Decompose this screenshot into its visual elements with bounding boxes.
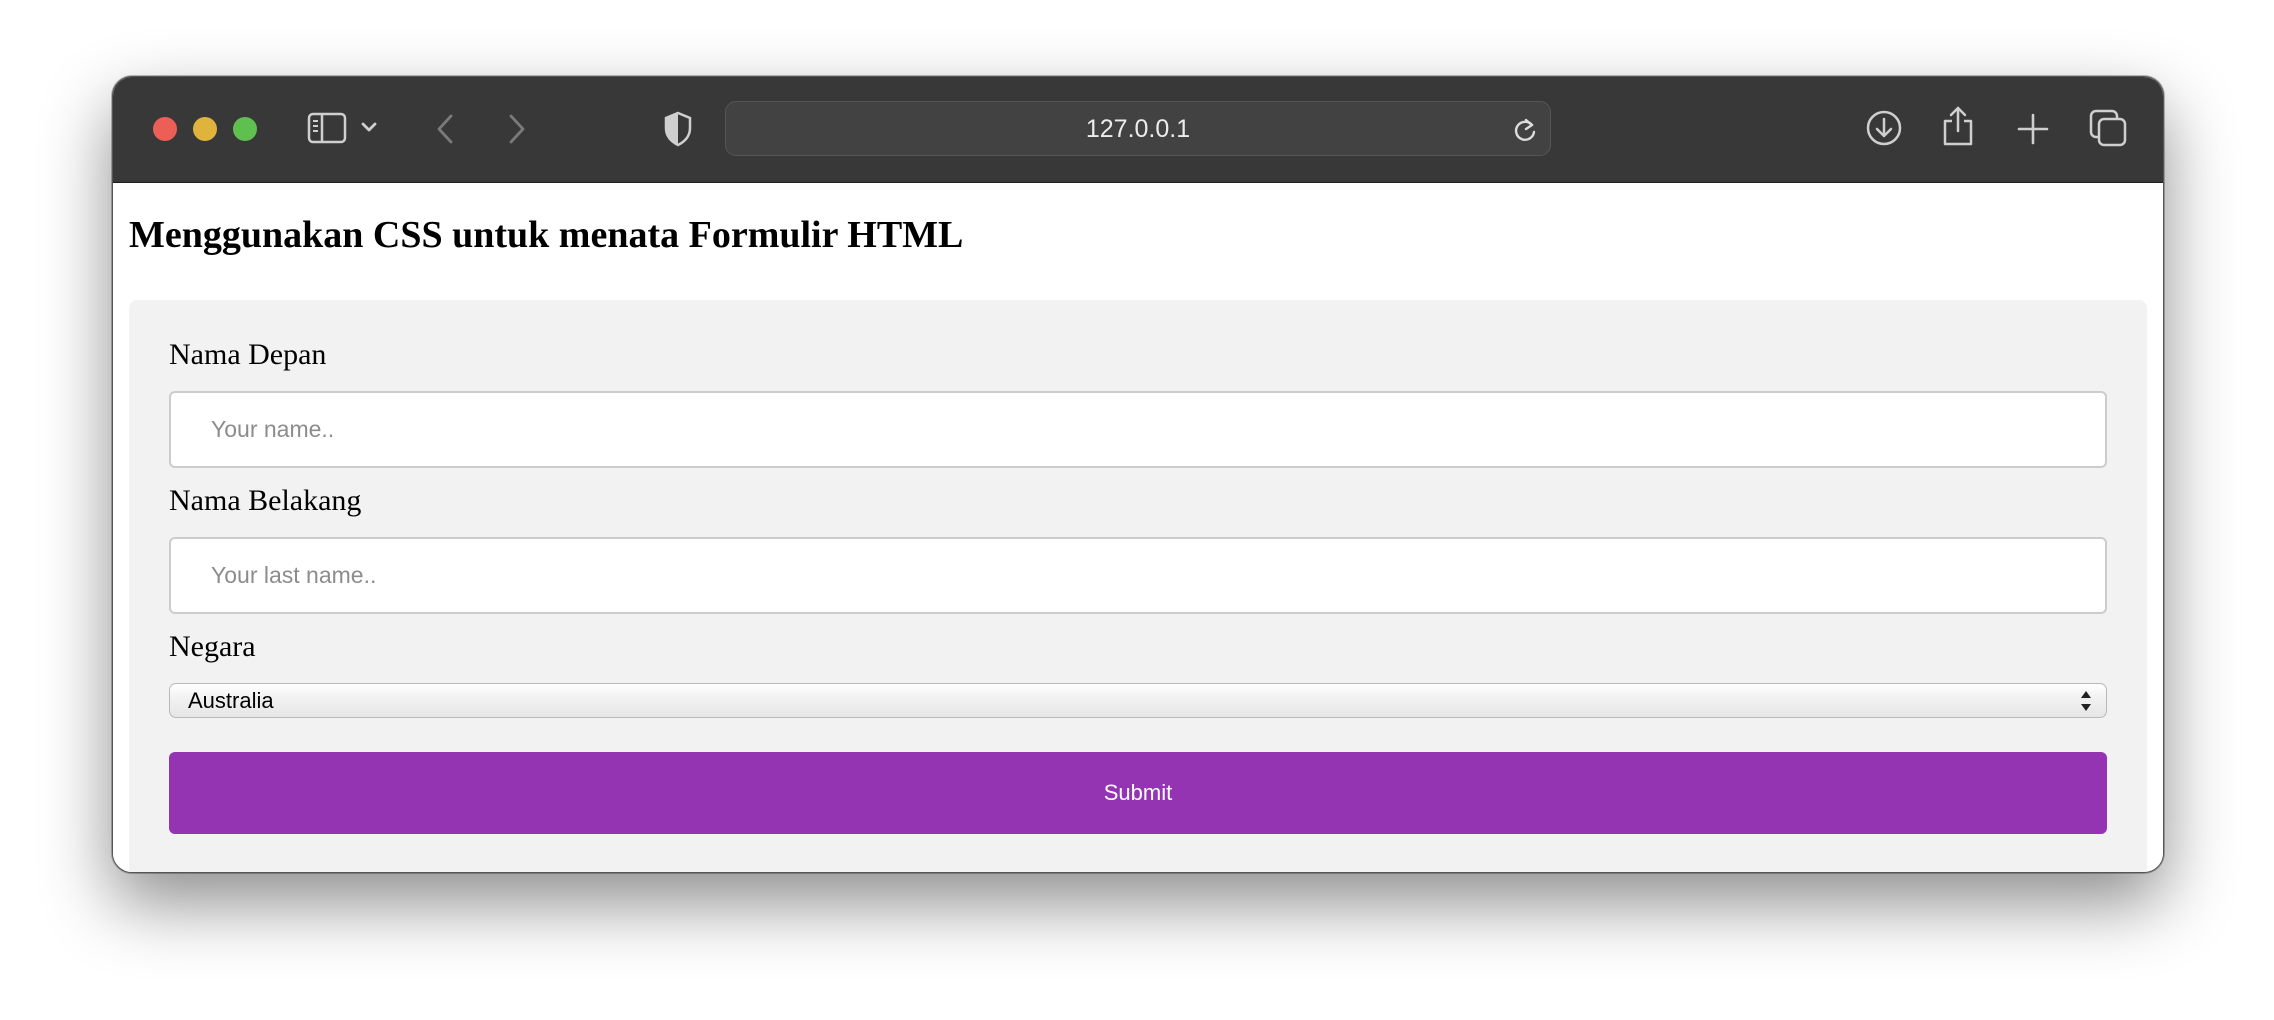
minimize-window-button[interactable] [193, 117, 217, 141]
last-name-input[interactable] [169, 537, 2107, 614]
close-window-button[interactable] [153, 117, 177, 141]
first-name-label: Nama Depan [169, 338, 327, 371]
updown-arrows-icon [2080, 690, 2092, 717]
country-label: Negara [169, 630, 256, 663]
form-container: Nama Depan Nama Belakang Negara Australi… [129, 300, 2147, 872]
url-text: 127.0.0.1 [1085, 115, 1191, 143]
submit-button[interactable]: Submit [169, 752, 2107, 834]
reload-icon[interactable] [1512, 116, 1538, 149]
shield-icon[interactable] [663, 111, 693, 147]
page-content: Menggunakan CSS untuk menata Formulir HT… [113, 183, 2163, 872]
first-name-input[interactable] [169, 391, 2107, 468]
browser-toolbar: 127.0.0.1 [113, 77, 2163, 183]
chevron-down-icon[interactable] [361, 121, 377, 133]
forward-arrow-icon[interactable] [507, 113, 527, 145]
tabs-icon[interactable] [2089, 109, 2127, 147]
back-arrow-icon[interactable] [435, 113, 455, 145]
share-icon[interactable] [1941, 105, 1975, 147]
page-title: Menggunakan CSS untuk menata Formulir HT… [129, 214, 964, 256]
plus-icon[interactable] [2017, 113, 2049, 145]
last-name-label: Nama Belakang [169, 484, 362, 517]
country-select[interactable]: Australia [169, 683, 2107, 718]
zoom-window-button[interactable] [233, 117, 257, 141]
browser-window: 127.0.0.1 Menggunakan CSS untuk menata F… [112, 76, 2164, 873]
download-icon[interactable] [1865, 109, 1903, 147]
country-select-value: Australia [188, 688, 274, 713]
sidebar-icon[interactable] [307, 112, 347, 144]
address-bar[interactable]: 127.0.0.1 [725, 101, 1551, 156]
